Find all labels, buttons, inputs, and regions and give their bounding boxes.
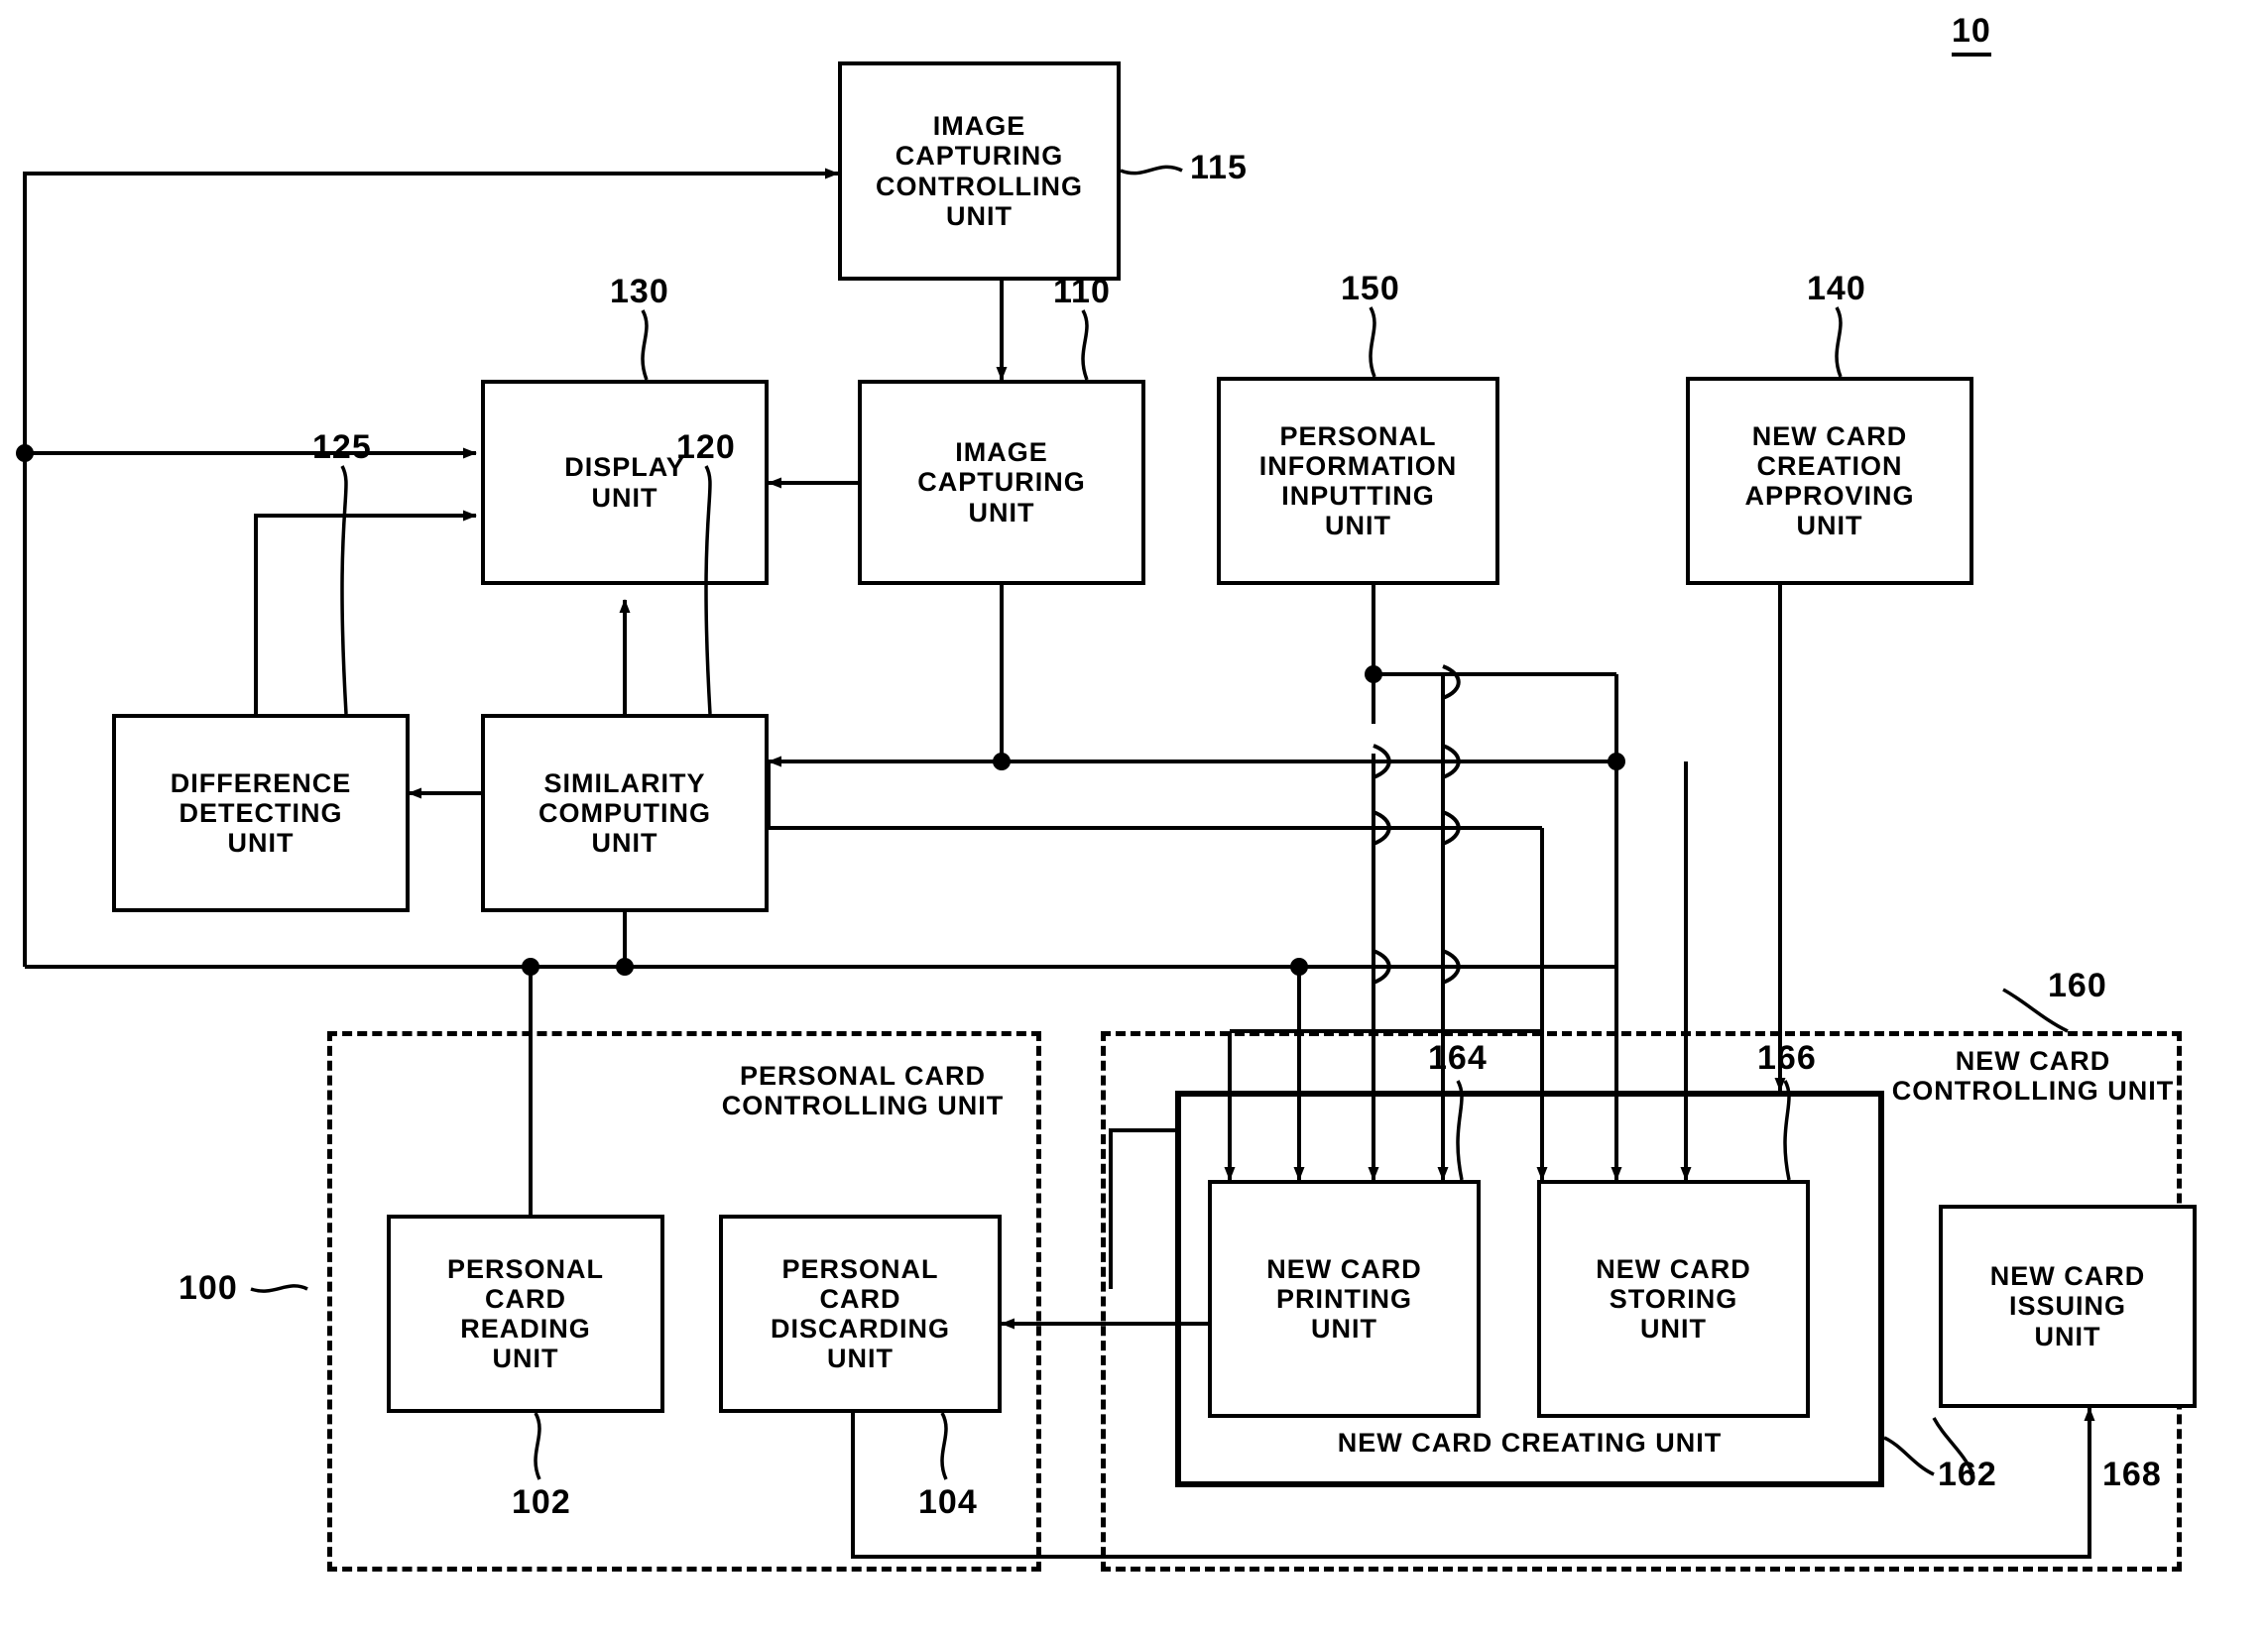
ref-150: 150 [1341,270,1400,307]
personal-information-inputting-unit-box[interactable]: PERSONAL INFORMATION INPUTTING UNIT [1217,377,1499,585]
ref-102: 102 [512,1483,571,1521]
personal-card-discarding-unit-box[interactable]: PERSONAL CARD DISCARDING UNIT [719,1215,1002,1413]
similarity-computing-unit-box[interactable]: SIMILARITY COMPUTING UNIT [481,714,769,912]
personal-card-controlling-unit-label: PERSONAL CARD CONTROLLING UNIT [721,1061,1005,1121]
image-capturing-controlling-unit-box[interactable]: IMAGE CAPTURING CONTROLLING UNIT [838,61,1121,281]
ref-104: 104 [918,1483,978,1521]
new-card-creation-approving-unit-box[interactable]: NEW CARD CREATION APPROVING UNIT [1686,377,1973,585]
display-unit-box[interactable]: DISPLAY UNIT [481,380,769,585]
ref-120: 120 [676,428,736,466]
new-card-storing-unit-box[interactable]: NEW CARD STORING UNIT [1537,1180,1810,1418]
figure-number: 10 [1952,12,1991,57]
ref-166: 166 [1757,1039,1817,1077]
ref-168: 168 [2102,1456,2162,1493]
new-card-issuing-unit-box[interactable]: NEW CARD ISSUING UNIT [1939,1205,2197,1408]
patent-figure: PERSONAL CARD CONTROLLING UNIT NEW CARD … [0,0,2268,1638]
ref-160: 160 [2048,967,2107,1004]
image-capturing-unit-box[interactable]: IMAGE CAPTURING UNIT [858,380,1145,585]
new-card-controlling-unit-label: NEW CARD CONTROLLING UNIT [1891,1046,2175,1107]
ref-115: 115 [1190,149,1248,186]
ref-164: 164 [1428,1039,1488,1077]
new-card-creating-unit-label: NEW CARD CREATING UNIT [1337,1428,1723,1458]
ref-125: 125 [312,428,372,466]
ref-100: 100 [179,1269,238,1307]
ref-140: 140 [1807,270,1866,307]
difference-detecting-unit-box[interactable]: DIFFERENCE DETECTING UNIT [112,714,410,912]
ref-110: 110 [1053,273,1111,310]
ref-130: 130 [610,273,669,310]
new-card-printing-unit-box[interactable]: NEW CARD PRINTING UNIT [1208,1180,1481,1418]
ref-162: 162 [1938,1456,1997,1493]
personal-card-reading-unit-box[interactable]: PERSONAL CARD READING UNIT [387,1215,664,1413]
